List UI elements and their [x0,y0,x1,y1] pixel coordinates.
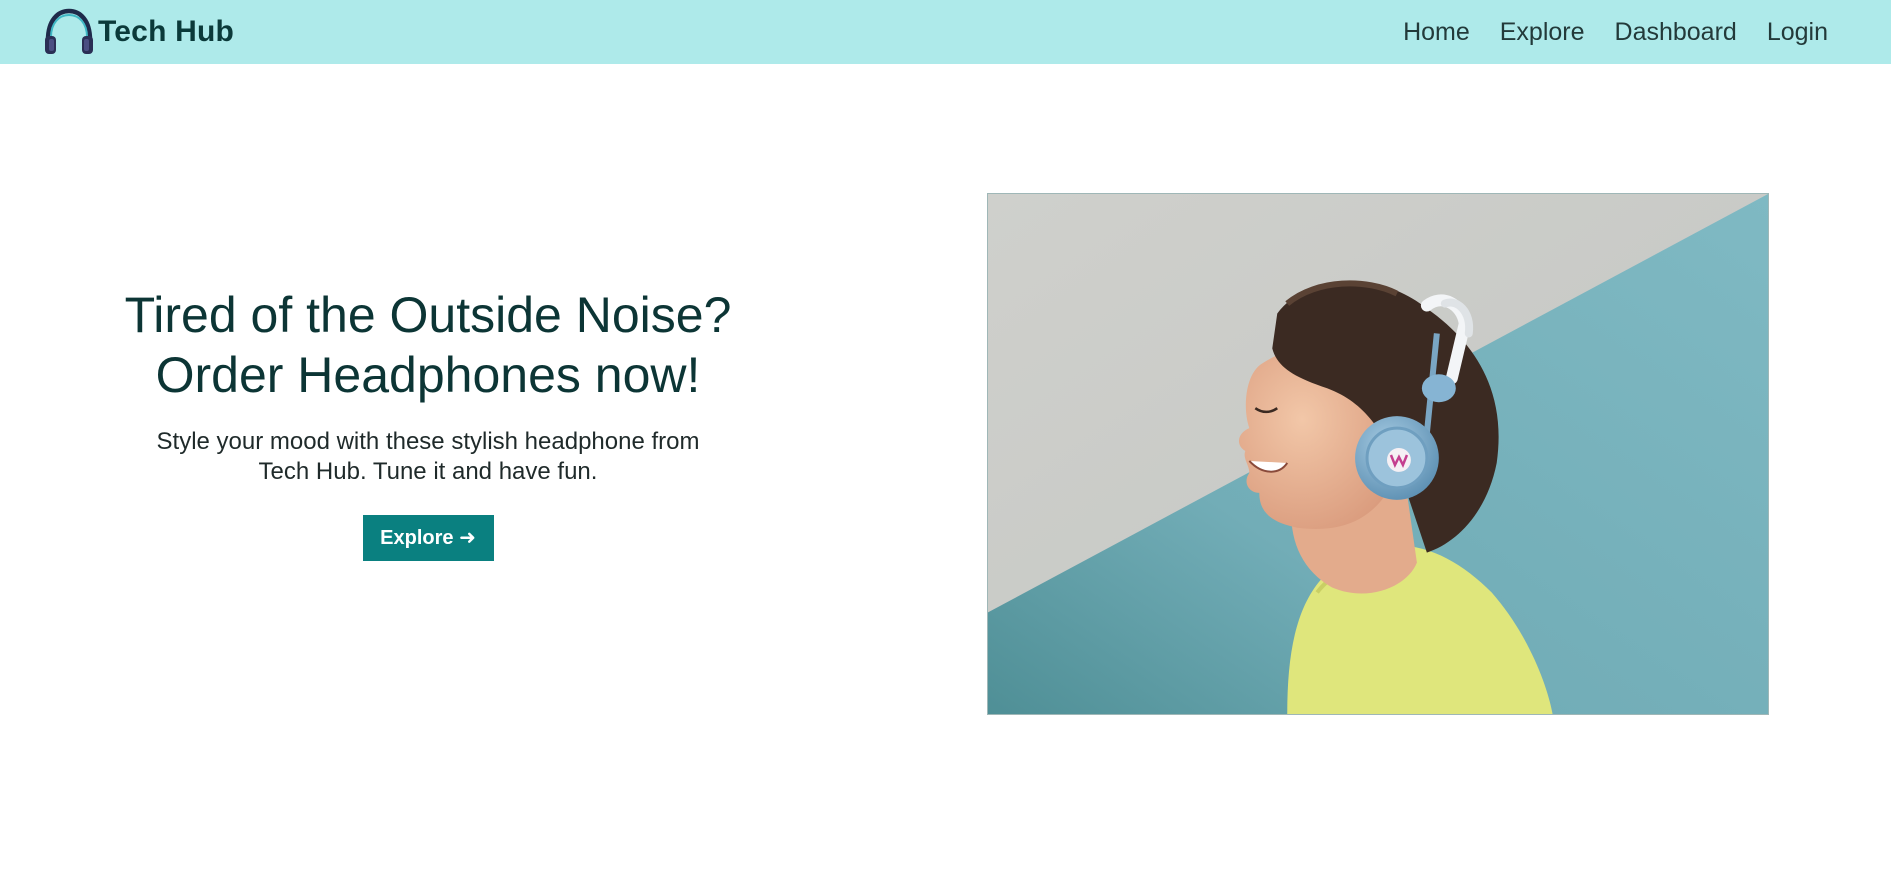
hero-section: Tired of the Outside Noise? Order Headph… [70,285,786,561]
hero-title: Tired of the Outside Noise? Order Headph… [70,285,786,405]
nav-links: Home Explore Dashboard Login [1373,0,1828,64]
explore-button[interactable]: Explore ➜ [362,515,494,561]
nav-home-link[interactable]: Home [1403,18,1470,47]
brand-logo[interactable]: Tech Hub [42,6,234,58]
hero-title-line-2: Order Headphones now! [155,347,701,403]
headphones-model-photo [988,194,1768,714]
navbar: Tech Hub Home Explore Dashboard Login [0,0,1891,64]
hero-image [987,193,1769,715]
hero-subtitle: Style your mood with these stylish headp… [156,428,700,485]
hero-title-line-1: Tired of the Outside Noise? [124,287,732,343]
nav-explore-link[interactable]: Explore [1500,18,1585,47]
headphones-icon [45,8,93,54]
nav-dashboard-link[interactable]: Dashboard [1615,18,1737,47]
nav-login-link[interactable]: Login [1767,18,1828,47]
brand-name: Tech Hub [98,15,235,48]
